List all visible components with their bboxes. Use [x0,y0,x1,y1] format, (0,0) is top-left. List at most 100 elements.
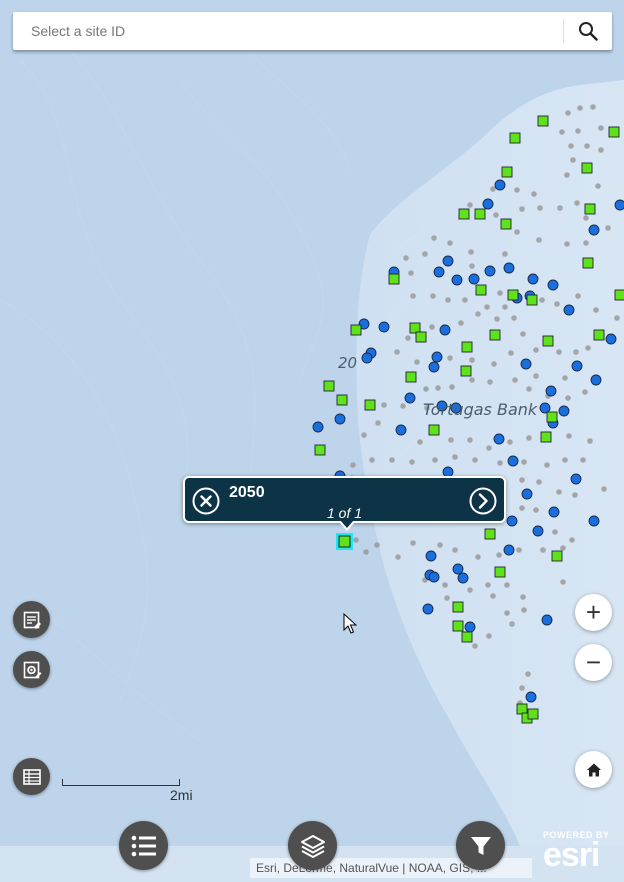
small-site-dot[interactable] [395,554,401,560]
small-site-dot[interactable] [533,507,539,513]
small-site-dot[interactable] [403,255,409,261]
square-site-marker[interactable] [484,528,496,540]
small-site-dot[interactable] [467,437,473,443]
small-site-dot[interactable] [472,457,478,463]
small-site-dot[interactable] [587,438,593,444]
small-site-dot[interactable] [521,607,527,613]
square-site-marker[interactable] [608,126,620,138]
search-input[interactable] [13,12,563,50]
circle-site-marker[interactable] [452,563,464,575]
small-site-dot[interactable] [520,331,526,337]
circle-site-marker[interactable] [464,621,476,633]
small-site-dot[interactable] [469,377,475,383]
square-site-marker[interactable] [409,322,421,334]
small-site-dot[interactable] [447,355,453,361]
small-site-dot[interactable] [432,457,438,463]
small-site-dot[interactable] [458,320,464,326]
circle-site-marker[interactable] [378,321,390,333]
square-site-marker[interactable] [474,208,486,220]
square-site-marker[interactable] [494,566,506,578]
circle-site-marker[interactable] [605,333,617,345]
small-site-dot[interactable] [564,241,570,247]
small-site-dot[interactable] [409,459,415,465]
square-site-marker[interactable] [542,335,554,347]
square-site-marker[interactable] [350,324,362,336]
small-site-dot[interactable] [565,110,571,116]
square-site-marker[interactable] [582,257,594,269]
small-site-dot[interactable] [580,457,586,463]
zoom-in-button[interactable]: + [575,594,612,631]
small-site-dot[interactable] [575,293,581,299]
small-site-dot[interactable] [593,307,599,313]
small-site-dot[interactable] [486,445,492,451]
circle-site-marker[interactable] [425,550,437,562]
small-site-dot[interactable] [584,143,590,149]
legend-button[interactable] [13,601,50,638]
small-site-dot[interactable] [556,349,562,355]
small-site-dot[interactable] [540,547,546,553]
square-site-marker[interactable] [581,162,593,174]
small-site-dot[interactable] [475,554,481,560]
square-site-marker[interactable] [460,365,472,377]
circle-site-marker[interactable] [503,262,515,274]
small-site-dot[interactable] [408,270,414,276]
square-site-marker[interactable] [526,294,538,306]
square-site-marker[interactable] [551,550,563,562]
small-site-dot[interactable] [435,385,441,391]
square-site-marker[interactable] [458,208,470,220]
small-site-dot[interactable] [394,349,400,355]
small-site-dot[interactable] [405,335,411,341]
circle-site-marker[interactable] [493,433,505,445]
square-site-marker[interactable] [500,218,512,230]
circle-site-marker[interactable] [494,179,506,191]
small-site-dot[interactable] [514,229,520,235]
circle-site-marker[interactable] [506,515,518,527]
square-site-marker[interactable] [584,203,596,215]
small-site-dot[interactable] [536,237,542,243]
circle-site-marker[interactable] [570,473,582,485]
small-site-dot[interactable] [512,377,518,383]
small-site-dot[interactable] [448,437,454,443]
small-site-dot[interactable] [410,540,416,546]
small-site-dot[interactable] [468,249,474,255]
small-site-dot[interactable] [414,359,420,365]
circle-site-marker[interactable] [439,324,451,336]
small-site-dot[interactable] [472,643,478,649]
circle-site-marker[interactable] [547,279,559,291]
small-site-dot[interactable] [520,594,526,600]
small-site-dot[interactable] [452,547,458,553]
small-site-dot[interactable] [445,297,451,303]
small-site-dot[interactable] [566,433,572,439]
circle-site-marker[interactable] [558,405,570,417]
small-site-dot[interactable] [570,157,576,163]
circle-site-marker[interactable] [521,488,533,500]
filter-button[interactable] [456,821,505,870]
small-site-dot[interactable] [533,347,539,353]
small-site-dot[interactable] [469,263,475,269]
small-site-dot[interactable] [475,311,481,317]
small-site-dot[interactable] [423,386,429,392]
small-site-dot[interactable] [511,315,517,321]
small-site-dot[interactable] [494,316,500,322]
small-site-dot[interactable] [452,454,458,460]
small-site-dot[interactable] [430,293,436,299]
square-site-marker[interactable] [540,431,552,443]
search-button[interactable] [564,12,612,50]
square-site-marker[interactable] [405,371,417,383]
small-site-dot[interactable] [444,595,450,601]
small-site-dot[interactable] [598,125,604,131]
small-site-dot[interactable] [509,621,515,627]
square-site-marker[interactable] [537,115,549,127]
square-site-marker[interactable] [452,601,464,613]
small-site-dot[interactable] [559,129,565,135]
small-site-dot[interactable] [519,685,525,691]
circle-site-marker[interactable] [588,224,600,236]
small-site-dot[interactable] [374,542,380,548]
chevron-right-circle-icon[interactable] [469,487,497,515]
small-site-dot[interactable] [595,183,601,189]
small-site-dot[interactable] [497,460,503,466]
small-site-dot[interactable] [575,128,581,134]
square-site-marker[interactable] [323,380,335,392]
square-site-marker[interactable] [501,166,513,178]
small-site-dot[interactable] [519,206,525,212]
